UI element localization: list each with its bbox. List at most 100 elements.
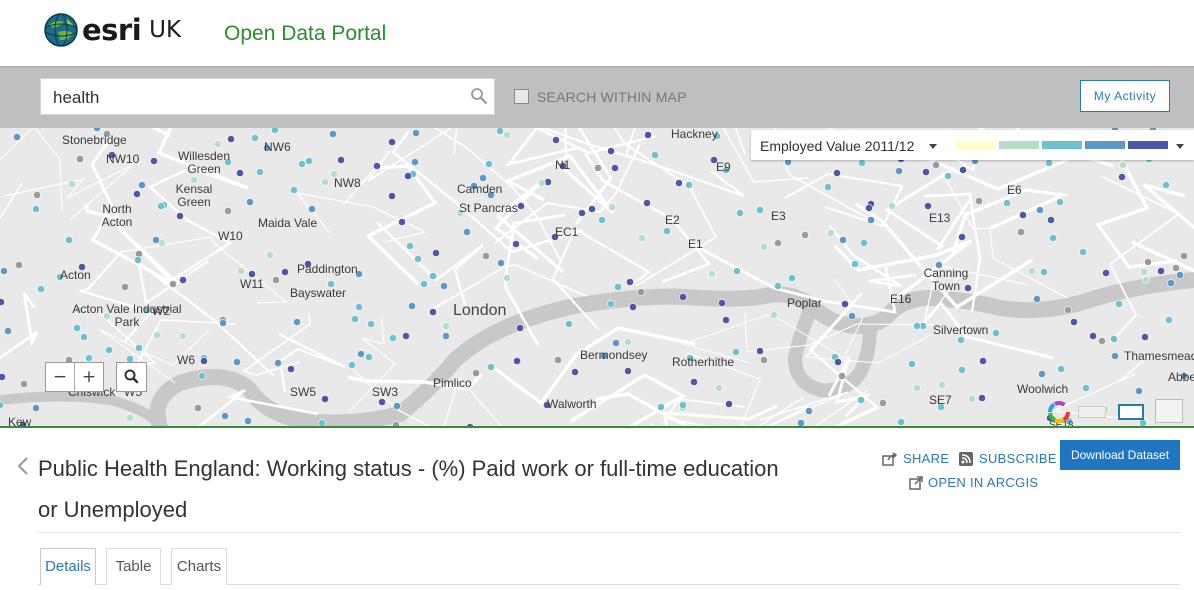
data-point[interactable] <box>432 249 440 257</box>
data-point[interactable] <box>638 234 646 242</box>
data-point[interactable] <box>827 229 835 237</box>
data-point[interactable] <box>0 267 8 275</box>
data-point[interactable] <box>608 203 616 211</box>
data-point[interactable] <box>227 135 235 143</box>
data-point[interactable] <box>1135 387 1143 395</box>
data-point[interactable] <box>733 267 741 275</box>
data-point[interactable] <box>643 199 651 207</box>
data-point[interactable] <box>503 274 511 282</box>
data-point[interactable] <box>957 336 965 344</box>
data-point[interactable] <box>1038 370 1046 378</box>
data-point[interactable] <box>169 280 177 288</box>
data-point[interactable] <box>33 191 41 199</box>
data-point[interactable] <box>298 160 306 168</box>
data-point[interactable] <box>1142 276 1150 284</box>
data-point[interactable] <box>402 332 410 340</box>
data-point[interactable] <box>179 276 187 284</box>
data-point[interactable] <box>588 205 596 213</box>
data-point[interactable] <box>517 202 525 210</box>
layer-selector[interactable]: Employed Value 2011/12 <box>760 138 914 154</box>
data-point[interactable] <box>0 373 6 381</box>
data-point[interactable] <box>1110 335 1118 343</box>
data-point[interactable] <box>888 202 896 210</box>
tab-details[interactable]: Details <box>40 548 96 585</box>
data-point[interactable] <box>355 303 363 311</box>
data-point[interactable] <box>679 401 687 409</box>
data-point[interactable] <box>198 372 206 380</box>
data-point[interactable] <box>321 178 329 186</box>
data-point[interactable] <box>565 320 573 328</box>
data-point[interactable] <box>256 168 264 176</box>
data-point[interactable] <box>1118 173 1126 181</box>
data-point[interactable] <box>1111 352 1119 360</box>
data-point[interactable] <box>408 302 416 310</box>
data-point[interactable] <box>157 202 165 210</box>
data-point[interactable] <box>624 367 632 375</box>
layer-dropdown-icon[interactable] <box>929 144 937 149</box>
data-point[interactable] <box>134 256 142 264</box>
data-point[interactable] <box>895 167 903 175</box>
data-point[interactable] <box>858 159 866 167</box>
data-point[interactable] <box>388 192 396 200</box>
data-point[interactable] <box>440 282 448 290</box>
data-point[interactable] <box>105 346 113 354</box>
data-point[interactable] <box>1070 318 1078 326</box>
my-activity-button[interactable]: My Activity <box>1080 80 1170 112</box>
data-point[interactable] <box>944 172 952 180</box>
data-point[interactable] <box>848 312 856 320</box>
zoom-in-button[interactable]: + <box>74 363 103 391</box>
search-within-map-checkbox[interactable] <box>514 89 529 104</box>
data-point[interactable] <box>867 216 875 224</box>
data-point[interactable] <box>176 212 184 220</box>
data-point[interactable] <box>774 239 782 247</box>
data-point[interactable] <box>348 361 356 369</box>
data-point[interactable] <box>718 299 726 307</box>
data-point[interactable] <box>607 147 615 155</box>
data-point[interactable] <box>4 327 12 335</box>
data-point[interactable] <box>321 395 329 403</box>
back-chevron-icon[interactable] <box>16 455 30 477</box>
data-point[interactable] <box>37 285 45 293</box>
data-point[interactable] <box>237 267 245 275</box>
data-point[interactable] <box>1056 198 1064 206</box>
data-point[interactable] <box>126 414 134 422</box>
data-point[interactable] <box>442 322 450 330</box>
data-point[interactable] <box>463 228 471 236</box>
data-point[interactable] <box>0 298 5 306</box>
data-point[interactable] <box>13 133 21 141</box>
basemap-street-option[interactable] <box>1155 399 1183 423</box>
data-point[interactable] <box>1144 258 1152 266</box>
data-point[interactable] <box>897 418 905 426</box>
search-icon[interactable] <box>470 87 488 105</box>
data-point[interactable] <box>179 332 187 340</box>
data-point[interactable] <box>959 166 967 174</box>
subscribe-link[interactable]: SUBSCRIBE <box>959 451 1057 466</box>
map-search-button[interactable] <box>116 362 147 392</box>
share-link[interactable]: SHARE <box>882 451 949 466</box>
data-point[interactable] <box>554 356 562 364</box>
open-in-arcgis-link[interactable]: OPEN IN ARCGIS <box>909 475 1038 490</box>
data-point[interactable] <box>690 378 698 386</box>
data-point[interactable] <box>770 311 778 319</box>
data-point[interactable] <box>246 198 254 206</box>
data-point[interactable] <box>992 329 1000 337</box>
data-point[interactable] <box>274 359 282 367</box>
data-point[interactable] <box>200 357 208 365</box>
data-point[interactable] <box>1017 228 1025 236</box>
data-point[interactable] <box>908 360 916 368</box>
data-point[interactable] <box>266 251 274 259</box>
data-point[interactable] <box>1180 252 1188 260</box>
data-point[interactable] <box>65 236 73 244</box>
data-point[interactable] <box>367 320 375 328</box>
data-point[interactable] <box>924 202 932 210</box>
data-point[interactable] <box>393 402 401 410</box>
data-point[interactable] <box>722 316 730 324</box>
data-point[interactable] <box>513 357 521 365</box>
data-point[interactable] <box>1176 271 1184 279</box>
data-point[interactable] <box>388 138 396 146</box>
data-point[interactable] <box>637 288 645 296</box>
download-dataset-button[interactable]: Download Dataset <box>1060 440 1180 470</box>
data-point[interactable] <box>607 300 615 308</box>
data-point[interactable] <box>644 131 652 139</box>
data-point[interactable] <box>219 319 227 327</box>
